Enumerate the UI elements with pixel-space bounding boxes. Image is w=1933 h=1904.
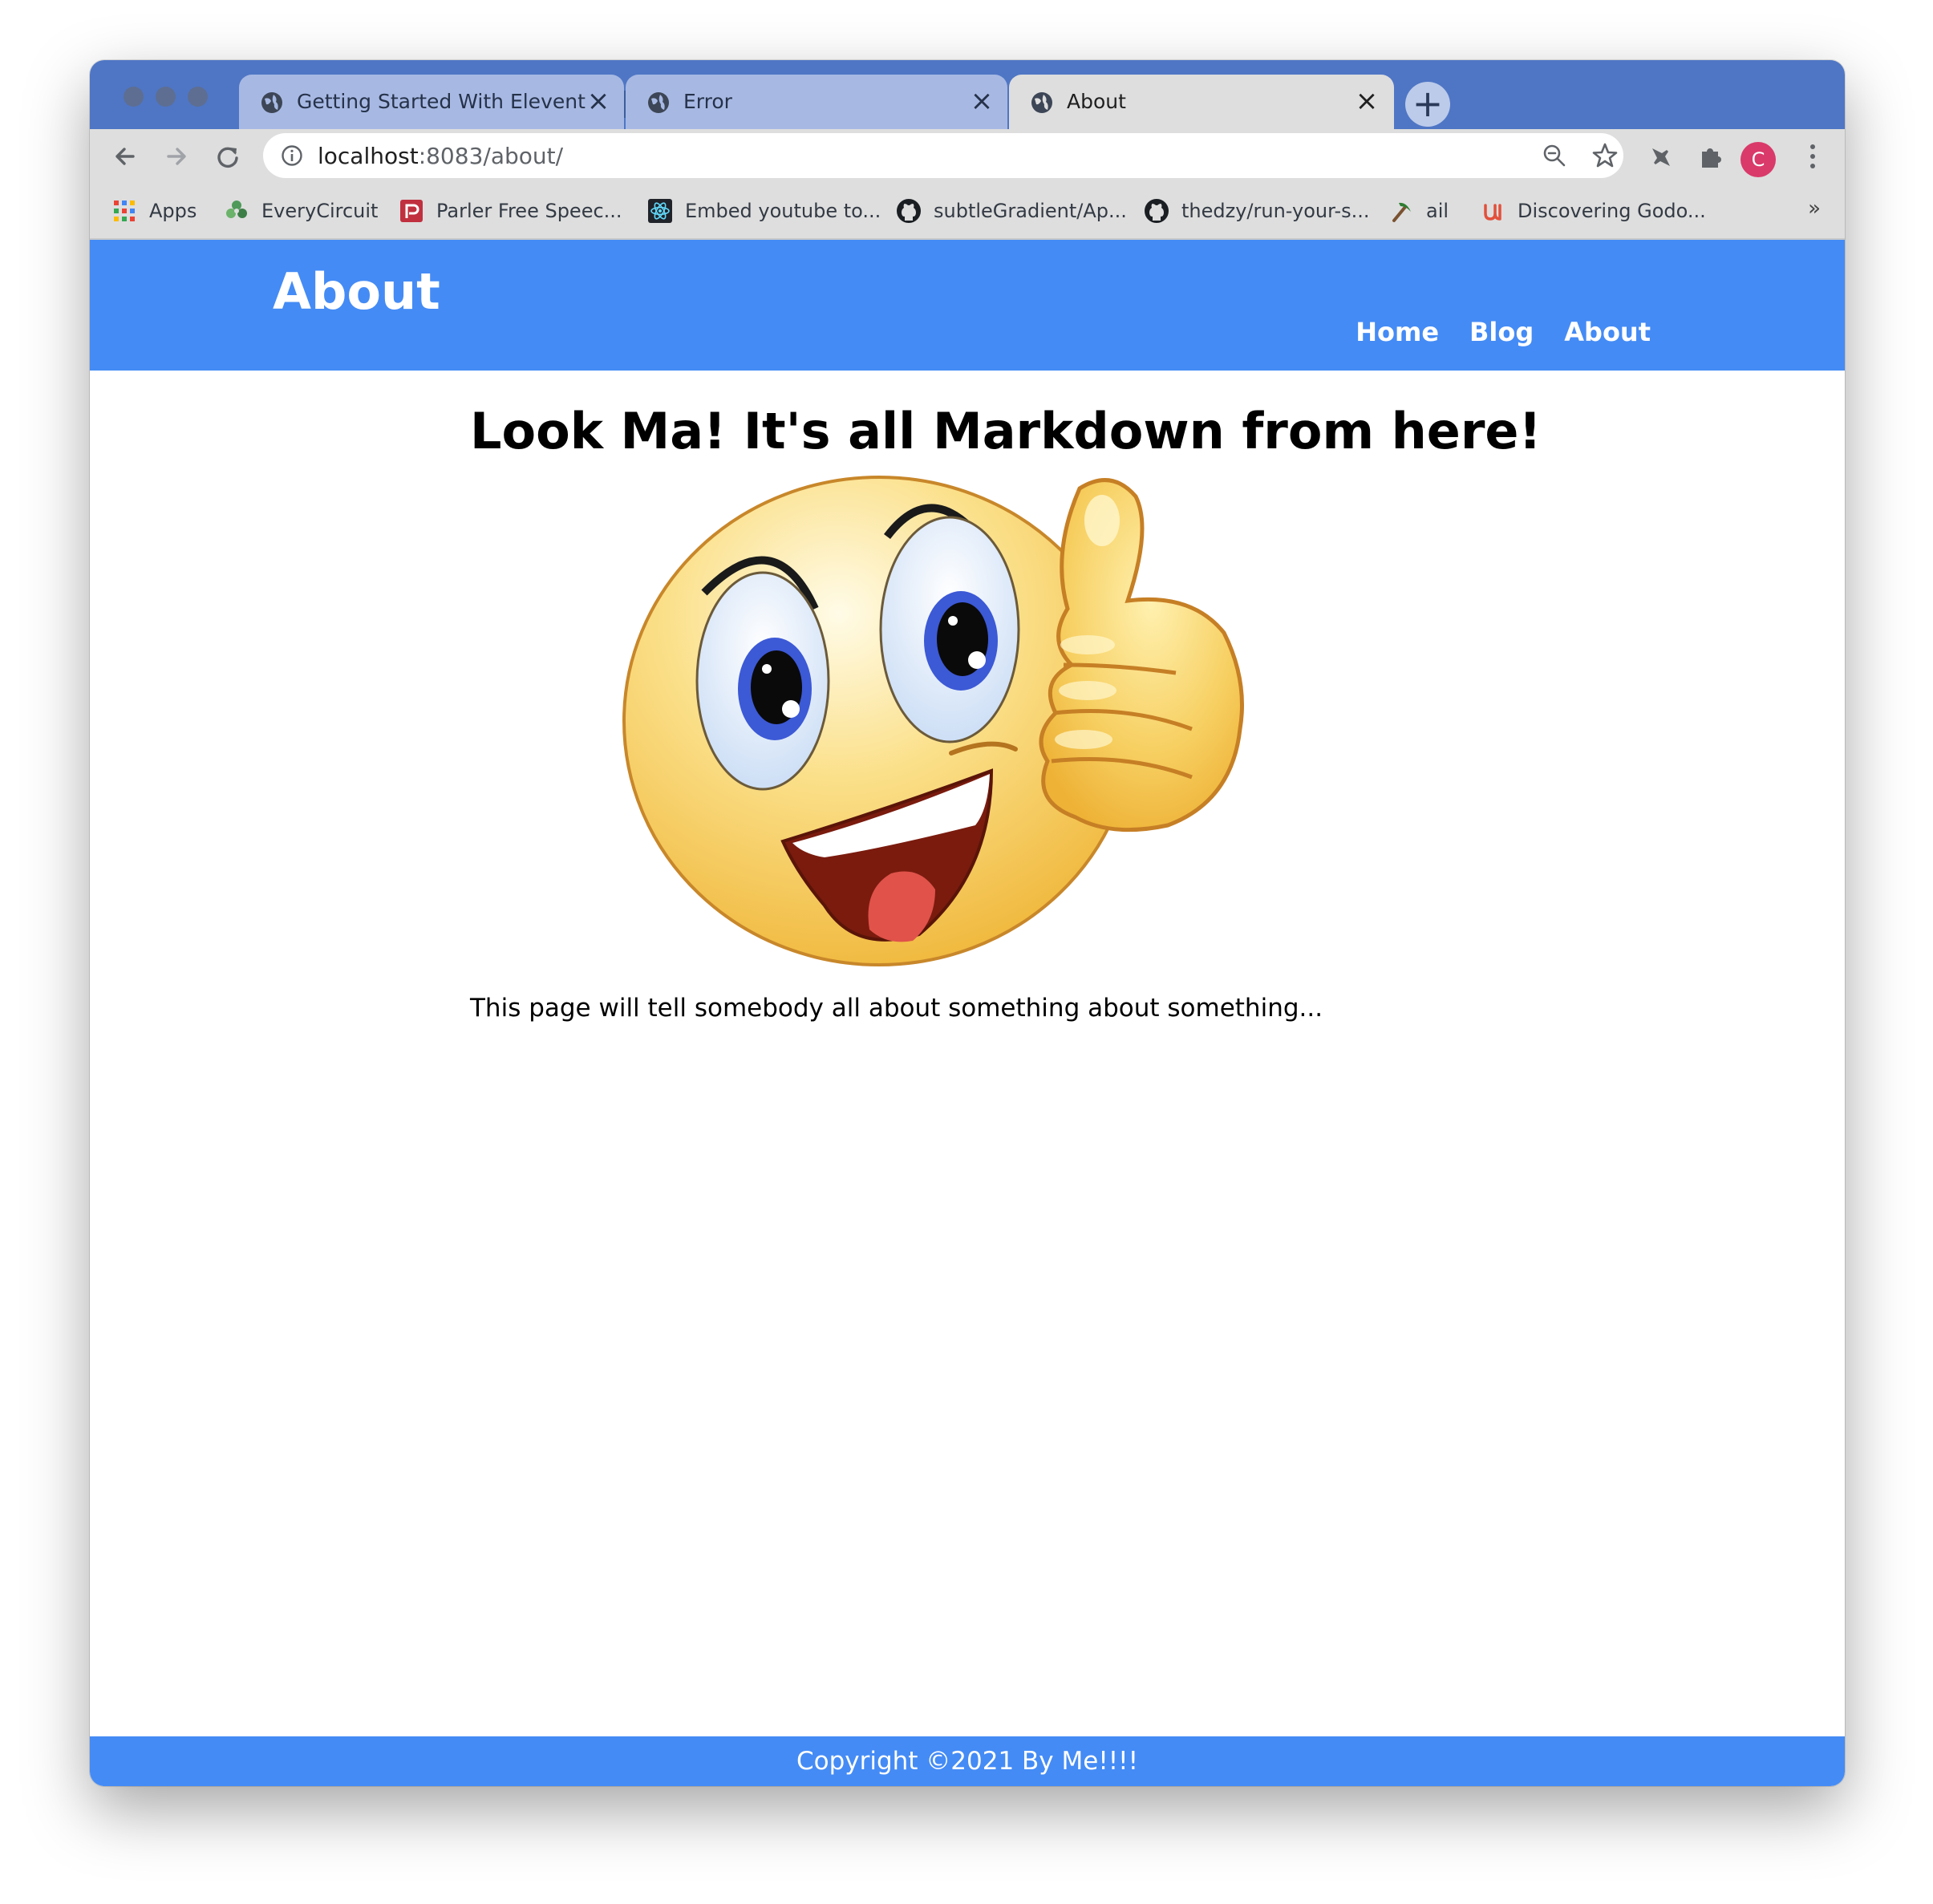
bookmarks-bar: Apps EveryCircuit Parler Free Speec... E… [90, 184, 1845, 240]
tab-error[interactable]: Error × [626, 75, 1007, 129]
github-icon [1145, 199, 1169, 223]
tab-title: Getting Started With Eleventy F [297, 90, 586, 113]
bookmark-label: Embed youtube to... [685, 200, 881, 222]
back-arrow-icon[interactable] [107, 139, 143, 174]
site-footer: Copyright ©2021 By Me!!!! [90, 1736, 1845, 1786]
bookmark-label: ail [1426, 200, 1449, 222]
globe-icon [1031, 92, 1052, 113]
bookmark-subtlegradient[interactable]: subtleGradient/Ap... [897, 198, 1127, 224]
maximize-window-button[interactable] [188, 87, 208, 107]
url-path: :8083/about/ [418, 143, 564, 169]
bookmark-label: thedzy/run-your-s... [1181, 200, 1370, 222]
url-host: localhost [318, 143, 419, 169]
page-viewport: About Home Blog About Look Ma! It's all … [90, 240, 1845, 1786]
address-bar[interactable]: localhost:8083/about/ [263, 133, 1623, 178]
bookmark-label: Discovering Godo... [1518, 200, 1706, 222]
site-nav: Home Blog About [1356, 317, 1651, 347]
tab-getting-started[interactable]: Getting Started With Eleventy F × [239, 75, 624, 129]
profile-avatar[interactable]: C [1741, 142, 1776, 177]
bookmarks-overflow-button[interactable]: » [1808, 196, 1821, 221]
github-icon [897, 199, 921, 223]
bookmark-discovering-godot[interactable]: Discovering Godo... [1481, 198, 1706, 224]
bookmark-label: subtleGradient/Ap... [934, 200, 1127, 222]
bookmark-label: EveryCircuit [261, 200, 379, 222]
globe-icon [648, 92, 669, 113]
bookmark-star-icon[interactable] [1591, 142, 1619, 169]
bookmark-parler[interactable]: Parler Free Speec... [399, 198, 622, 224]
toolbar: localhost:8083/about/ C [90, 129, 1845, 184]
site-title: About [273, 262, 440, 321]
globe-icon [261, 92, 282, 113]
bookmark-label: Apps [149, 200, 197, 222]
forward-arrow-icon[interactable] [159, 139, 194, 174]
bookmark-embed-youtube[interactable]: Embed youtube to... [648, 198, 881, 224]
udemy-icon [1484, 204, 1501, 221]
tab-strip: Getting Started With Eleventy F × Error … [90, 60, 1845, 129]
bookmark-ail[interactable]: ail [1389, 198, 1449, 224]
everycircuit-icon [226, 201, 247, 218]
zoom-icon[interactable] [1542, 143, 1567, 168]
close-tab-icon[interactable]: × [584, 87, 613, 116]
browser-window: Getting Started With Eleventy F × Error … [90, 60, 1845, 1786]
nav-link-blog[interactable]: Blog [1469, 317, 1534, 347]
pickaxe-icon [1392, 202, 1411, 222]
new-tab-button[interactable]: + [1405, 82, 1450, 127]
bookmark-everycircuit[interactable]: EveryCircuit [225, 198, 378, 224]
info-icon[interactable] [281, 144, 303, 167]
tab-about[interactable]: About × [1009, 75, 1394, 129]
menu-kebab-icon[interactable] [1806, 142, 1819, 171]
bookmark-label: Parler Free Speec... [436, 200, 622, 222]
site-header: About Home Blog About [90, 240, 1845, 371]
extensions-puzzle-icon[interactable] [1697, 142, 1726, 171]
apps-grid-icon [114, 201, 135, 221]
reload-icon[interactable] [210, 139, 245, 174]
close-tab-icon[interactable]: × [1352, 87, 1381, 116]
tab-title: Error [683, 90, 732, 113]
react-icon [648, 199, 672, 223]
bookmark-apps[interactable]: Apps [112, 198, 197, 224]
bookmark-thedzy[interactable]: thedzy/run-your-s... [1145, 198, 1370, 224]
thumbs-up-emoji-image [622, 476, 1244, 966]
minimize-window-button[interactable] [156, 87, 176, 107]
nav-link-about[interactable]: About [1564, 317, 1651, 347]
close-window-button[interactable] [124, 87, 144, 107]
tab-title: About [1067, 90, 1126, 113]
page-heading: Look Ma! It's all Markdown from here! [470, 402, 1542, 460]
nav-link-home[interactable]: Home [1356, 317, 1439, 347]
parler-icon [400, 200, 423, 222]
page-paragraph: This page will tell somebody all about s… [470, 994, 1323, 1023]
close-tab-icon[interactable]: × [967, 87, 996, 116]
pin-extension-icon[interactable] [1646, 142, 1675, 171]
url-text[interactable]: localhost:8083/about/ [318, 143, 563, 169]
